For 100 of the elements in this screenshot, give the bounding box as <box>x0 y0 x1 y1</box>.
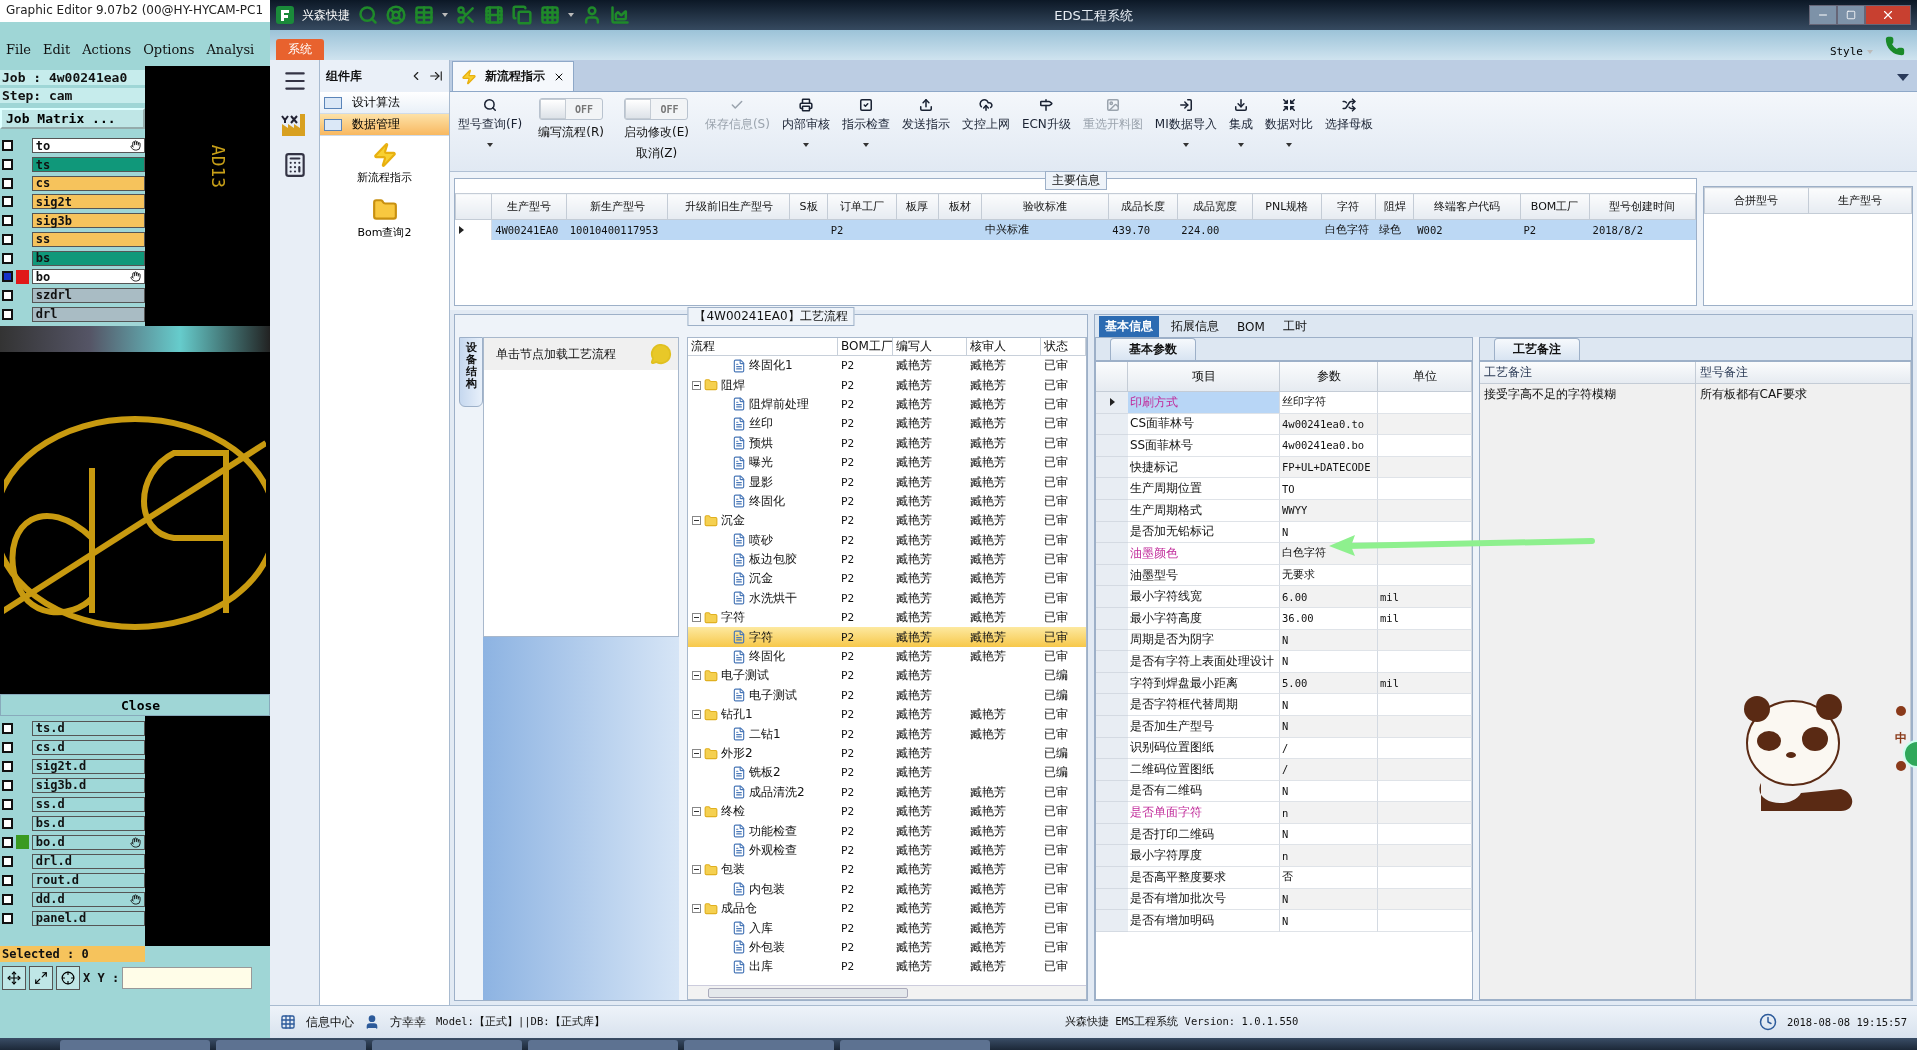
scissors-icon[interactable] <box>456 5 476 25</box>
resize-tool-button[interactable] <box>29 966 53 990</box>
layer-item[interactable]: drl <box>31 306 145 322</box>
collapse-toggle[interactable] <box>692 904 701 914</box>
search-icon[interactable] <box>358 5 378 25</box>
column-header[interactable]: 板材 <box>938 193 982 220</box>
layer-item[interactable]: to <box>31 138 145 154</box>
grid-icon[interactable] <box>540 5 560 25</box>
toolbar-button[interactable]: ECN升级 <box>1017 98 1075 147</box>
layer-item[interactable]: cs <box>31 175 145 191</box>
tree-row[interactable]: 成品仓 P2 臧艳芳 臧艳芳 已审 <box>688 898 1086 919</box>
tree-row[interactable]: 包装 P2 臧艳芳 臧艳芳 已审 <box>688 860 1086 880</box>
tree-row[interactable]: 字符 P2 臧艳芳 臧艳芳 已审 <box>688 608 1086 628</box>
collapse-toggle[interactable] <box>692 380 701 390</box>
maximize-button[interactable] <box>1837 5 1865 25</box>
tree-row[interactable]: 终固化1 P2 臧艳芳 臧艳芳 已审 <box>688 356 1086 376</box>
tree-row[interactable]: 外包装 P2 臧艳芳 臧艳芳 已审 <box>688 937 1086 958</box>
layer-checkbox[interactable] <box>2 836 13 848</box>
layer-checkbox[interactable] <box>2 817 13 829</box>
tree-row[interactable]: 预烘 P2 臧艳芳 臧艳芳 已审 <box>688 433 1086 453</box>
table-icon[interactable] <box>414 5 434 25</box>
layer-checkbox[interactable] <box>2 308 13 320</box>
job-matrix-button[interactable]: Job Matrix ... <box>0 108 145 129</box>
category-item[interactable]: 数据管理 <box>320 114 449 136</box>
layer-checkbox[interactable] <box>2 760 13 772</box>
tree-row[interactable]: 板边包胶 P2 臧艳芳 臧艳芳 已审 <box>688 549 1086 570</box>
tree-row[interactable]: 铣板2 P2 臧艳芳 已编 <box>688 763 1086 783</box>
layer-checkbox[interactable] <box>2 874 13 886</box>
layer-checkbox[interactable] <box>2 893 13 905</box>
minimize-button[interactable] <box>1809 5 1837 25</box>
toolbar-button[interactable]: 数据对比 <box>1260 98 1317 147</box>
layer-item[interactable]: bs.d <box>31 815 145 831</box>
tree-row[interactable]: 终固化 P2 臧艳芳 臧艳芳 已审 <box>688 646 1086 667</box>
column-header[interactable]: 合拼型号 <box>1704 187 1808 214</box>
collapse-toggle[interactable] <box>692 865 701 875</box>
layer-checkbox[interactable] <box>2 233 13 245</box>
column-header[interactable]: PNL规格 <box>1252 193 1322 220</box>
subtab[interactable]: 基本参数 <box>1110 338 1196 360</box>
layer-item[interactable]: bo.d <box>31 834 145 850</box>
layer-item[interactable]: sig2t.d <box>31 758 145 774</box>
tree-row[interactable]: 阻焊前处理 P2 臧艳芳 臧艳芳 已审 <box>688 394 1086 415</box>
column-header[interactable]: 板厚 <box>896 193 939 220</box>
tree-row[interactable]: 水洗烘干 P2 臧艳芳 臧艳芳 已审 <box>688 588 1086 609</box>
layer-item[interactable]: rout.d <box>31 872 145 888</box>
tree-row[interactable]: 成品清洗2 P2 臧艳芳 臧艳芳 已审 <box>688 782 1086 802</box>
detail-tab[interactable]: 基本信息 <box>1099 316 1159 337</box>
tree-row[interactable]: 终检 P2 臧艳芳 臧艳芳 已审 <box>688 802 1086 822</box>
column-header[interactable]: 参数 <box>1280 362 1378 392</box>
layer-item[interactable]: drl.d <box>31 853 145 869</box>
coordinate-field[interactable] <box>122 967 253 989</box>
column-header[interactable]: 字符 <box>1321 193 1376 220</box>
menu-item[interactable]: Options <box>143 41 195 57</box>
subtab[interactable]: 工艺备注 <box>1494 338 1580 360</box>
tree-row[interactable]: 外形2 P2 臧艳芳 已编 <box>688 743 1086 764</box>
user-icon[interactable] <box>582 5 602 25</box>
detail-tab[interactable]: BOM <box>1231 316 1271 337</box>
tree-row[interactable]: 功能检查 P2 臧艳芳 臧艳芳 已审 <box>688 821 1086 841</box>
caret-icon[interactable] <box>442 13 448 17</box>
toolbar-button[interactable]: MI数据导入 <box>1150 98 1221 147</box>
tree-row[interactable]: 显影 P2 臧艳芳 臧艳芳 已审 <box>688 472 1086 492</box>
collapse-toggle[interactable] <box>692 749 701 758</box>
layer-checkbox[interactable] <box>2 798 13 810</box>
tree-row[interactable]: 喷砂 P2 臧艳芳 臧艳芳 已审 <box>688 530 1086 550</box>
layer-item[interactable]: ts <box>31 157 145 173</box>
column-header[interactable]: BOM工厂 <box>838 338 893 355</box>
tree-row[interactable]: 沉金 P2 臧艳芳 臧艳芳 已审 <box>688 569 1086 589</box>
layer-checkbox[interactable] <box>2 741 13 753</box>
column-header[interactable]: 生产型号 <box>1808 187 1912 214</box>
film-icon[interactable] <box>484 5 504 25</box>
tree-row[interactable]: 终固化 P2 臧艳芳 臧艳芳 已审 <box>688 491 1086 512</box>
layer-item[interactable]: panel.d <box>31 910 145 926</box>
detail-tab[interactable]: 拓展信息 <box>1165 316 1225 337</box>
column-header[interactable]: 成品长度 <box>1108 193 1178 220</box>
row-header[interactable] <box>1096 392 1128 414</box>
grid-icon[interactable] <box>280 1014 296 1030</box>
lifebuoy-icon[interactable] <box>386 5 406 25</box>
toggle-switch[interactable]: OFF <box>624 98 689 120</box>
collapse-toggle[interactable] <box>692 671 701 681</box>
tree-row[interactable]: 电子测试 P2 臧艳芳 已编 <box>688 666 1086 686</box>
pin-icon[interactable] <box>429 69 443 83</box>
layer-item[interactable]: sig3b.d <box>31 777 145 793</box>
layer-checkbox[interactable] <box>2 159 13 171</box>
collapse-toggle[interactable] <box>692 807 701 817</box>
tree-row[interactable]: 丝印 P2 臧艳芳 臧艳芳 已审 <box>688 414 1086 434</box>
layer-checkbox[interactable] <box>2 855 13 867</box>
tree-row[interactable]: 钻孔1 P2 臧艳芳 臧艳芳 已审 <box>688 705 1086 725</box>
tree-row[interactable]: 二钻1 P2 臧艳芳 臧艳芳 已审 <box>688 724 1086 744</box>
layer-item[interactable]: ss.d <box>31 796 145 812</box>
close-button[interactable]: Close <box>0 694 270 716</box>
info-center-link[interactable]: 信息中心 <box>306 1013 354 1031</box>
layer-checkbox[interactable] <box>2 177 13 189</box>
style-menu[interactable]: Style <box>1823 45 1879 60</box>
collapse-toggle[interactable] <box>692 710 701 720</box>
toolbar-button[interactable]: 型号查询(F) <box>454 98 527 147</box>
tree-row[interactable]: 内包装 P2 臧艳芳 臧艳芳 已审 <box>688 879 1086 899</box>
copy-icon[interactable] <box>512 5 532 25</box>
layer-item[interactable]: ss <box>31 231 145 247</box>
layer-item[interactable]: bo <box>31 269 145 285</box>
layer-checkbox[interactable] <box>2 196 13 208</box>
layer-item[interactable]: ts.d <box>31 720 145 736</box>
